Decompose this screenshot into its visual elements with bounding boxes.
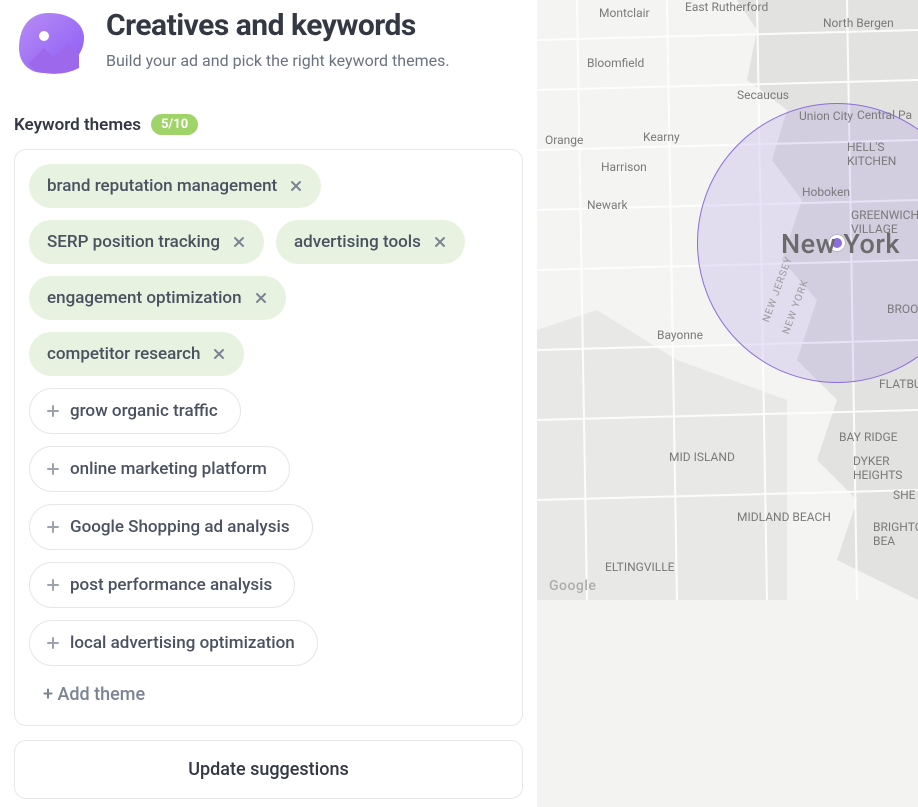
map-place-label: ELTINGVILLE bbox=[605, 560, 674, 574]
map-panel[interactable]: New York MontclairEast RutherfordNorth B… bbox=[537, 0, 918, 807]
map-place-label: Bayonne bbox=[657, 328, 703, 342]
map-place-label: BAY RIDGE bbox=[839, 430, 897, 444]
map-place-label: DYKER HEIGHTS bbox=[853, 454, 918, 482]
keyword-chip-selected[interactable]: engagement optimization bbox=[29, 276, 286, 320]
plus-icon bbox=[46, 520, 60, 534]
map-place-label: Kearny bbox=[643, 130, 680, 144]
page-icon bbox=[14, 8, 84, 78]
map-place-label: North Bergen bbox=[823, 16, 894, 30]
keyword-chip-suggested[interactable]: local advertising optimization bbox=[29, 620, 318, 666]
map-place-label: Harrison bbox=[601, 160, 647, 174]
map-attribution: Google bbox=[549, 578, 596, 594]
map-place-label: HELL'S KITCHEN bbox=[847, 140, 918, 168]
plus-icon bbox=[46, 636, 60, 650]
map-place-label: Secaucus bbox=[737, 88, 789, 102]
map-place-label: Hoboken bbox=[802, 185, 850, 199]
update-suggestions-button[interactable]: Update suggestions bbox=[14, 740, 523, 799]
keyword-chip-label: engagement optimization bbox=[47, 288, 242, 308]
keyword-chip-label: post performance analysis bbox=[70, 575, 272, 595]
keyword-chip-label: grow organic traffic bbox=[70, 401, 218, 421]
selected-keywords: brand reputation management SERP position… bbox=[29, 164, 508, 376]
suggested-keywords: grow organic traffic online marketing pla… bbox=[29, 388, 508, 666]
plus-icon bbox=[46, 462, 60, 476]
map-place-label: Central Pa bbox=[857, 108, 912, 122]
keyword-chip-suggested[interactable]: grow organic traffic bbox=[29, 388, 241, 434]
map-place-label: FLATBU bbox=[879, 377, 918, 391]
keyword-chip-label: Google Shopping ad analysis bbox=[70, 517, 290, 537]
map-place-label: Union City bbox=[799, 109, 853, 123]
header-text: Creatives and keywords Build your ad and… bbox=[106, 8, 450, 73]
keyword-chip-label: online marketing platform bbox=[70, 459, 267, 479]
map-place-label: Newark bbox=[587, 198, 628, 212]
plus-icon bbox=[46, 578, 60, 592]
keyword-chip-selected[interactable]: brand reputation management bbox=[29, 164, 321, 208]
close-icon[interactable] bbox=[254, 291, 268, 305]
keyword-chip-suggested[interactable]: online marketing platform bbox=[29, 446, 290, 492]
map-place-label: Orange bbox=[545, 133, 583, 147]
keyword-chip-selected[interactable]: SERP position tracking bbox=[29, 220, 264, 264]
keyword-chip-selected[interactable]: advertising tools bbox=[276, 220, 465, 264]
keyword-chip-suggested[interactable]: Google Shopping ad analysis bbox=[29, 504, 313, 550]
themes-panel: brand reputation management SERP position… bbox=[14, 149, 523, 726]
map-place-label: Montclair bbox=[599, 6, 650, 20]
section-header: Keyword themes 5/10 bbox=[14, 114, 523, 135]
map-place-label: Bloomfield bbox=[587, 56, 644, 70]
close-icon[interactable] bbox=[212, 347, 226, 361]
map-place-label: BRIGHTO BEA bbox=[873, 520, 918, 548]
map-place-label: MID ISLAND bbox=[669, 450, 735, 464]
close-icon[interactable] bbox=[289, 179, 303, 193]
count-badge: 5/10 bbox=[151, 114, 198, 135]
keyword-chip-suggested[interactable]: post performance analysis bbox=[29, 562, 295, 608]
map-place-label: SHE bbox=[893, 488, 916, 502]
keyword-chip-label: local advertising optimization bbox=[70, 633, 295, 653]
keyword-chip-selected[interactable]: competitor research bbox=[29, 332, 244, 376]
section-title: Keyword themes bbox=[14, 115, 141, 135]
left-panel: Creatives and keywords Build your ad and… bbox=[0, 0, 537, 807]
keyword-chip-label: competitor research bbox=[47, 344, 200, 364]
keyword-chip-label: advertising tools bbox=[294, 232, 421, 252]
add-theme-button[interactable]: + Add theme bbox=[29, 678, 508, 711]
close-icon[interactable] bbox=[433, 235, 447, 249]
keyword-chip-label: brand reputation management bbox=[47, 176, 277, 196]
page-subtitle: Build your ad and pick the right keyword… bbox=[106, 49, 450, 73]
plus-icon bbox=[46, 404, 60, 418]
page-title: Creatives and keywords bbox=[106, 8, 450, 43]
map-place-label: East Rutherford bbox=[685, 0, 768, 14]
map-place-label: BROO bbox=[887, 302, 918, 316]
map-place-label: MIDLAND BEACH bbox=[737, 510, 831, 524]
map-place-label: GREENWICH VILLAGE bbox=[851, 208, 918, 236]
page-header: Creatives and keywords Build your ad and… bbox=[14, 0, 523, 78]
keyword-chip-label: SERP position tracking bbox=[47, 232, 220, 252]
close-icon[interactable] bbox=[232, 235, 246, 249]
